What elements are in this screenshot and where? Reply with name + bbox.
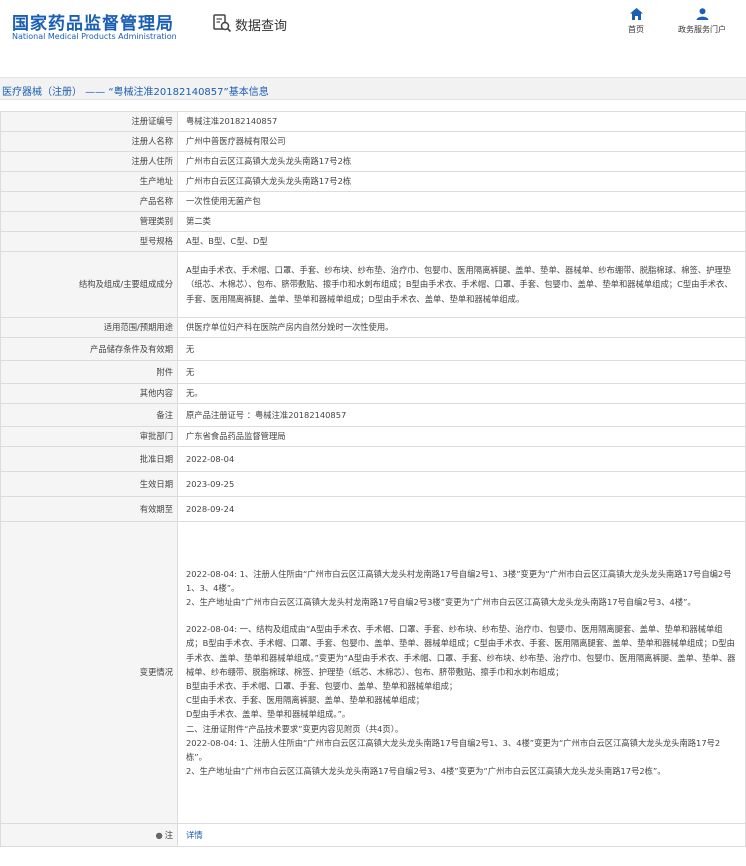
field-value: 原产品注册证号 ：粤械注准20182140857	[177, 403, 746, 427]
detail-row: 注册证编号 粤械注准20182140857	[0, 111, 746, 132]
field-label: 注册人住所	[0, 151, 178, 172]
detail-row: 备注 原产品注册证号 ：粤械注准20182140857	[0, 403, 746, 427]
field-label: 批准日期	[0, 446, 178, 472]
footer-value-cell: 详情	[177, 823, 746, 847]
detail-row: 其他内容 无。	[0, 383, 746, 404]
field-value: 粤械注准20182140857	[177, 111, 746, 132]
field-label: 生效日期	[0, 471, 178, 497]
footer-label-cell: ● 注	[0, 823, 178, 847]
footer-row: ● 注详情	[0, 823, 746, 847]
field-value: 一次性使用无菌产包	[177, 191, 746, 212]
nav-service-portal[interactable]: 政务服务门户	[672, 8, 732, 35]
data-query-link[interactable]: 数据查询	[212, 13, 287, 36]
field-label: 型号规格	[0, 231, 178, 252]
field-value: 无	[177, 337, 746, 361]
field-value: 无。	[177, 383, 746, 404]
field-label: 备注	[0, 403, 178, 427]
detail-row: 管理类别 第二类	[0, 211, 746, 232]
change-history-line: 2、生产地址由“广州市白云区江高镇大龙头龙头南路17号自编2号3、4楼”变更为“…	[186, 766, 666, 777]
change-history-value: 2022-08-04: 1、注册人住所由“广州市白云区江高镇大龙头村龙南路17号…	[177, 521, 746, 824]
detail-row: 附件无	[0, 360, 746, 384]
change-history-line: 2、生产地址由“广州市白云区江高镇大龙头村龙南路17号自编2号3楼”变更为“广州…	[186, 596, 696, 607]
detail-table-body: 注册证编号 粤械注准20182140857 注册人名称 广州中普医疗器械有限公司 注册人…	[0, 111, 746, 847]
change-history-line: B型由手术衣、手术帽、口罩、手套、包婴巾、盖单、垫单和器械单组成；	[186, 681, 458, 691]
field-value: 2028-09-24	[177, 496, 746, 522]
field-value: 广东省食品药品监督管理局	[177, 426, 746, 447]
nav-home-label: 首页	[628, 25, 644, 34]
detail-row: 审批部门 广东省食品药品监督管理局	[0, 426, 746, 447]
data-query-label: 数据查询	[235, 19, 288, 34]
field-value: A型由手术衣、手术帽、口罩、手套、纱布块、纱布垫、治疗巾、包婴巾、医用隔离裤腿、…	[177, 251, 746, 318]
field-label: 有效期至	[0, 496, 178, 522]
change-history-line: 2022-08-04: 1、注册人住所由“广州市白云区江高镇大龙头龙头南路17号…	[186, 737, 721, 763]
field-value: 广州中普医疗器械有限公司	[177, 131, 746, 152]
change-history-line: D型由手术衣、盖单、垫单和器械单组成。”。	[186, 709, 351, 720]
detail-row: 结构及组成/主要组成成分 A型由手术衣、手术帽、口罩、手套、纱布块、纱布垫、治疗巾…	[0, 251, 746, 318]
change-history-line: 2022-08-04: 1、注册人住所由“广州市白云区江高镇大龙头村龙南路17号…	[186, 568, 732, 593]
field-label: 审批部门	[0, 426, 178, 447]
nav-service-label: 政务服务门户	[678, 25, 726, 34]
data-query-icon	[212, 13, 232, 36]
field-value: 广州市白云区江高镇大龙头龙头南路17号2栋	[177, 171, 746, 192]
field-value: 第二类	[177, 211, 746, 232]
field-label: 结构及组成/主要组成成分	[0, 251, 178, 318]
detail-row: 注册人住所 广州市白云区江高镇大龙头龙头南路17号2栋	[0, 151, 746, 172]
field-value: 广州市白云区江高镇大龙头龙头南路17号2栋	[177, 151, 746, 172]
user-icon	[696, 8, 708, 20]
detail-row: 生产地址 广州市白云区江高镇大龙头龙头南路17号2栋	[0, 171, 746, 192]
detail-row: 型号规格 A型、B型、C型、D型	[0, 231, 746, 252]
field-label: 注册人名称	[0, 131, 178, 152]
field-value: A型、B型、C型、D型	[177, 231, 746, 252]
field-value: 2022-08-04	[177, 446, 746, 472]
section-title-bar: 医疗器械（注册） —— “粤械注准20182140857”基本信息	[0, 77, 746, 100]
change-history-line: 二、注册证附件“产品技术要求”变更内容见附页（共4页）。	[186, 723, 404, 734]
section-title: 医疗器械（注册） —— “粤械注准20182140857”基本信息	[2, 87, 269, 98]
site-header: 国家药品监督管理局 National Medical Products Admi…	[0, 0, 746, 50]
field-value: 无	[177, 360, 746, 384]
detail-row: 有效期至 2028-09-24	[0, 496, 746, 522]
detail-row: 生效日期 2023-09-25	[0, 471, 746, 497]
detail-row: 适用范围/预期用途 供医疗单位妇产科在医院产房内自然分娩时一次性使用。	[0, 317, 746, 338]
detail-table: 注册证编号 粤械注准20182140857 注册人名称 广州中普医疗器械有限公司 注册人…	[0, 111, 746, 847]
field-value: 供医疗单位妇产科在医院产房内自然分娩时一次性使用。	[177, 317, 746, 338]
field-label: 适用范围/预期用途	[0, 317, 178, 338]
detail-row: 批准日期 2022-08-04	[0, 446, 746, 472]
note-icon: ●	[155, 829, 163, 840]
site-logo-cn[interactable]: 国家药品监督管理局	[12, 9, 174, 34]
field-label: 产品名称	[0, 191, 178, 212]
field-label: 产品储存条件及有效期	[0, 337, 178, 361]
detail-row: 产品名称 一次性使用无菌产包	[0, 191, 746, 212]
change-history-line: C型由手术衣、手套、医用隔离裤腿、盖单、垫单和器械单组成；	[186, 695, 425, 706]
nav-home[interactable]: 首页	[606, 8, 666, 35]
footer-label: 注	[164, 829, 173, 840]
detail-row: 注册人名称 广州中普医疗器械有限公司	[0, 131, 746, 152]
change-history-row: 变更情况 2022-08-04: 1、注册人住所由“广州市白云区江高镇大龙头村龙南…	[0, 521, 746, 824]
site-logo-en: National Medical Products Administration	[12, 32, 177, 41]
field-label: 附件	[0, 360, 178, 384]
home-icon	[629, 8, 643, 20]
change-history-line: 2022-08-04: 一、结构及组成由“A型由手术衣、手术帽、口罩、手套、纱布…	[186, 624, 736, 677]
field-label: 注册证编号	[0, 111, 178, 132]
field-label: 生产地址	[0, 171, 178, 192]
field-label: 管理类别	[0, 211, 178, 232]
field-label: 变更情况	[0, 521, 178, 824]
detail-link[interactable]: 详情	[186, 830, 203, 840]
field-value: 2023-09-25	[177, 471, 746, 497]
detail-row: 产品储存条件及有效期无	[0, 337, 746, 361]
field-label: 其他内容	[0, 383, 178, 404]
